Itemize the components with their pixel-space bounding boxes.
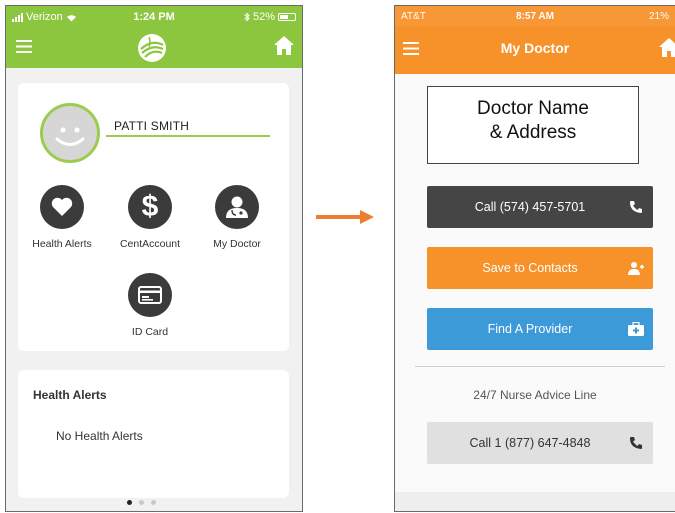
alerts-heading: Health Alerts	[33, 388, 107, 402]
avatar[interactable]	[40, 103, 100, 163]
medical-kit-icon	[628, 322, 644, 336]
page-dot-active[interactable]	[127, 500, 132, 505]
call-nurse-line-button[interactable]: Call 1 (877) 647-4848	[427, 422, 653, 464]
carrier-label: AT&T	[401, 10, 426, 22]
top-nav	[6, 28, 302, 68]
home-icon[interactable]	[659, 38, 675, 57]
battery-icon	[278, 13, 297, 21]
alerts-empty-text: No Health Alerts	[56, 429, 143, 443]
doctor-address-label: & Address	[489, 122, 577, 143]
bluetooth-icon	[244, 12, 250, 22]
page-indicator[interactable]	[127, 500, 156, 505]
find-provider-label: Find A Provider	[487, 322, 573, 336]
call-nurse-line-label: Call 1 (877) 647-4848	[469, 436, 591, 450]
menu-icon[interactable]	[16, 40, 32, 53]
right-phone-screen: AT&T 8:57 AM 21% My Doctor Doctor Name &…	[394, 5, 675, 512]
page-dot[interactable]	[151, 500, 156, 505]
health-alerts-card: Health Alerts No Health Alerts	[18, 370, 289, 498]
tile-my-doctor[interactable]: My Doctor	[197, 185, 277, 250]
app-logo	[138, 34, 166, 62]
heart-icon	[51, 197, 73, 216]
wifi-icon	[66, 14, 76, 21]
divider	[415, 366, 665, 367]
top-nav: My Doctor	[395, 26, 675, 74]
left-phone-screen: Verizon 1:24 PM 52% PATTI SMITH Health A…	[5, 5, 303, 512]
status-time: 8:57 AM	[516, 10, 554, 22]
tile-centaccount[interactable]: $ CentAccount	[110, 185, 190, 250]
add-contact-icon	[628, 262, 644, 275]
find-provider-button[interactable]: Find A Provider	[427, 308, 653, 350]
tile-id-card[interactable]: ID Card	[110, 273, 190, 338]
nurse-line-label: 24/7 Nurse Advice Line	[473, 388, 597, 402]
status-bar: Verizon 1:24 PM 52%	[6, 6, 302, 28]
smiley-face-icon	[55, 127, 85, 146]
bottom-area	[395, 492, 675, 511]
name-underline	[106, 135, 270, 137]
status-bar: AT&T 8:57 AM 21%	[395, 6, 675, 26]
signal-icon	[12, 12, 23, 22]
doctor-name-label: Doctor Name	[477, 98, 589, 119]
status-time: 1:24 PM	[133, 11, 175, 23]
phone-icon	[630, 201, 642, 213]
battery-percent: 52%	[252, 11, 276, 23]
call-doctor-label: Call (574) 457-5701	[474, 200, 586, 214]
arrow-icon	[316, 210, 374, 224]
dollar-icon: $	[141, 190, 159, 223]
tile-label: ID Card	[131, 326, 169, 338]
tile-label: Health Alerts	[32, 238, 92, 250]
doctor-icon	[226, 196, 248, 218]
page-dot[interactable]	[139, 500, 144, 505]
save-to-contacts-button[interactable]: Save to Contacts	[427, 247, 653, 289]
home-icon[interactable]	[274, 36, 294, 55]
call-doctor-button[interactable]: Call (574) 457-5701	[427, 186, 653, 228]
phone-icon	[630, 437, 642, 449]
profile-card: PATTI SMITH Health Alerts $ CentAccount	[18, 83, 289, 351]
battery-percent: 21%	[648, 10, 669, 22]
page-title: My Doctor	[500, 40, 570, 56]
tile-label: My Doctor	[213, 238, 261, 250]
save-to-contacts-label: Save to Contacts	[482, 261, 578, 275]
doctor-info-box: Doctor Name & Address	[427, 86, 639, 164]
tile-health-alerts[interactable]: Health Alerts	[22, 185, 102, 250]
tile-label: CentAccount	[119, 238, 181, 250]
user-name: PATTI SMITH	[114, 119, 190, 133]
carrier-label: Verizon	[26, 11, 63, 23]
id-card-icon	[138, 286, 162, 304]
